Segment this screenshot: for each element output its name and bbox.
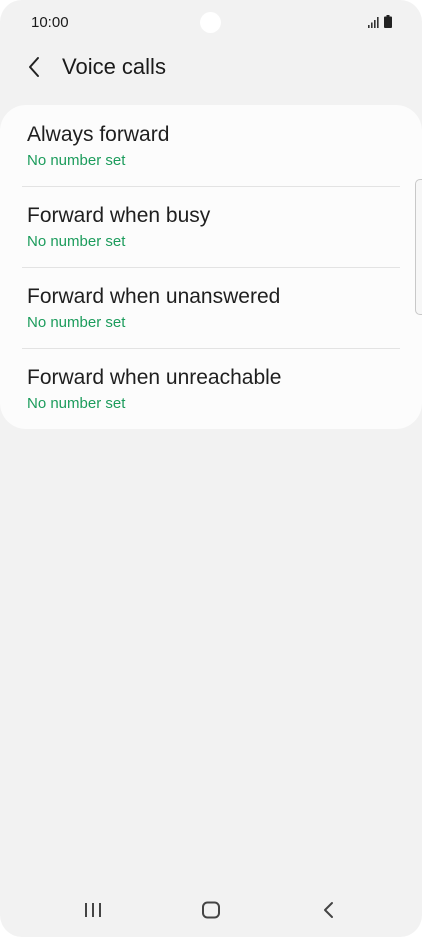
option-title: Always forward: [27, 123, 170, 146]
option-title: Forward when unanswered: [27, 285, 281, 308]
option-title: Forward when busy: [27, 204, 211, 227]
scrollbar[interactable]: [415, 179, 422, 315]
recent-apps-button[interactable]: [75, 895, 111, 925]
home-icon: [202, 901, 220, 919]
back-button[interactable]: [20, 52, 50, 82]
recent-apps-icon: [85, 903, 101, 917]
phone-screen: 10:00 Voice calls Always forward No numb…: [0, 0, 422, 937]
option-title: Forward when unreachable: [27, 366, 282, 389]
option-subtitle: No number set: [27, 314, 126, 331]
signal-icon: [368, 17, 379, 28]
option-forward-when-unreachable[interactable]: Forward when unreachable No number set: [0, 348, 422, 429]
app-header: Voice calls: [0, 46, 422, 90]
option-subtitle: No number set: [27, 152, 126, 169]
option-forward-when-busy[interactable]: Forward when busy No number set: [0, 186, 422, 267]
status-time: 10:00: [31, 14, 69, 31]
forwarding-options-card: Always forward No number set Forward whe…: [0, 105, 422, 429]
camera-cutout: [200, 12, 221, 33]
status-bar: 10:00: [0, 0, 422, 46]
back-icon: [324, 902, 333, 918]
option-forward-when-unanswered[interactable]: Forward when unanswered No number set: [0, 267, 422, 348]
option-subtitle: No number set: [27, 233, 126, 250]
navigation-bar: [0, 887, 422, 937]
status-icons: [368, 14, 392, 28]
option-subtitle: No number set: [27, 395, 126, 412]
page-title: Voice calls: [62, 54, 166, 79]
option-always-forward[interactable]: Always forward No number set: [0, 105, 422, 186]
battery-icon: [384, 15, 392, 28]
home-button[interactable]: [193, 895, 229, 925]
system-back-button[interactable]: [311, 895, 347, 925]
chevron-left-icon: [29, 57, 39, 77]
